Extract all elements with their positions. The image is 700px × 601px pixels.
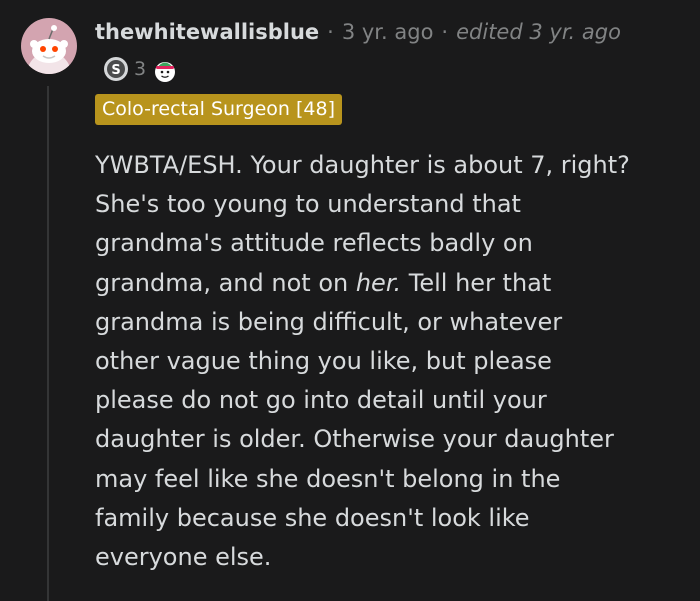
body-line: please do not go into detail until your [95,386,547,415]
user-flair: Colo-rectal Surgeon [48] [95,94,342,125]
body-line: daughter is older. Otherwise your daught… [95,425,614,454]
body-line: YWBTA/ESH. Your daughter is about 7, rig… [95,151,630,179]
body-text-fragment: grandma, and not on [95,268,356,297]
thread-collapse-line[interactable] [47,86,49,601]
comment-body: YWBTA/ESH. Your daughter is about 7, rig… [95,146,695,577]
body-line: She's too young to understand that [95,190,521,219]
body-line: may feel like she doesn't belong in the [95,464,561,493]
body-line: everyone else. [95,543,272,572]
username[interactable]: thewhitewallisblue [95,20,319,44]
comment-header: thewhitewallisblue · 3 yr. ago · edited … [95,15,621,49]
body-line: other vague thing you like, but please [95,347,552,376]
body-text-fragment: Tell her that [401,268,552,297]
separator: · [327,20,334,44]
body-line: grandma's attitude reflects badly on [95,229,533,258]
comment-age[interactable]: 3 yr. ago [342,20,434,44]
silver-award-icon: S [104,57,128,81]
body-line: grandma is being difficult, or whatever [95,307,563,336]
body-line: family because she doesn't look like [95,503,530,532]
emphasis-text: her. [355,268,402,297]
wholesome-award-icon [155,62,176,82]
edited-label: edited 3 yr. ago [456,20,621,44]
reddit-snoo-icon [27,25,71,74]
awards-row[interactable]: S 3 [103,55,179,83]
body-line: grandma, and not on her. Tell her that [95,269,551,297]
svg-text:S: S [111,63,120,78]
avatar[interactable] [21,18,77,74]
separator: · [441,20,449,44]
award-count: 3 [134,58,147,80]
